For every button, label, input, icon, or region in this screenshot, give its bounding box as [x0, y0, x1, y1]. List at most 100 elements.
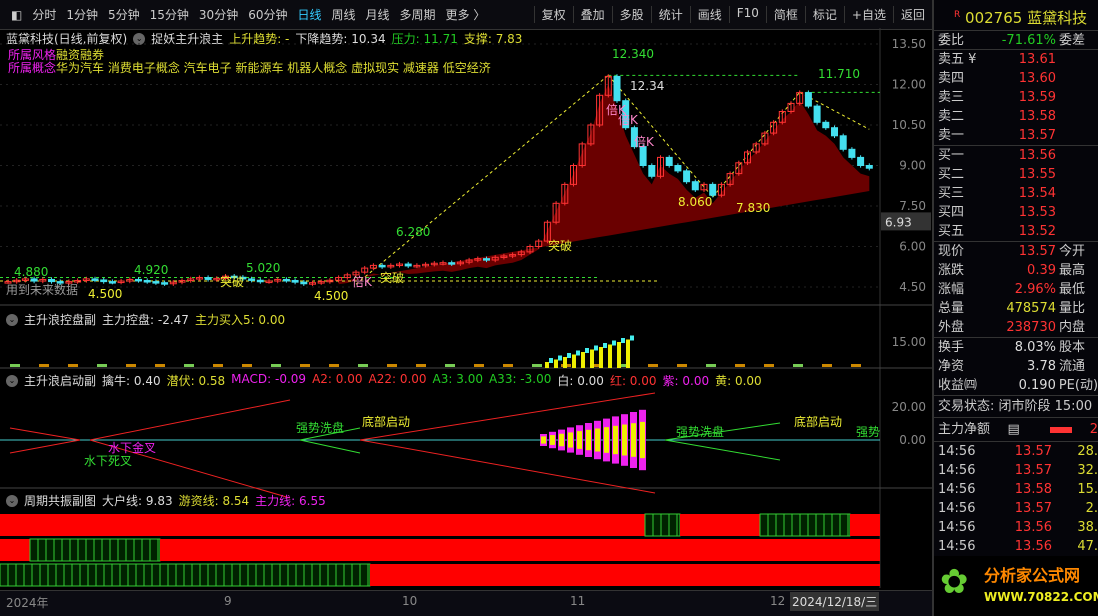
- label: 净资: [938, 359, 965, 374]
- tick-row: 14:56 13.57 32.: [934, 461, 1098, 480]
- sub2-value: A2: 0.00: [312, 372, 363, 386]
- candle: [30, 278, 38, 282]
- candle: [639, 146, 647, 166]
- candle: [100, 279, 108, 283]
- wedge-line: [664, 439, 781, 461]
- toolbar-button[interactable]: 标记: [804, 6, 844, 23]
- quote-row: 卖二 13.58: [934, 107, 1098, 126]
- toolbar-button[interactable]: +自选: [843, 6, 893, 23]
- sidebar-toggle-icon[interactable]: ◧: [6, 8, 27, 22]
- candle: [857, 156, 865, 166]
- date-label: 11: [570, 594, 586, 608]
- toolbar-button[interactable]: F10: [728, 6, 766, 23]
- sub3-name[interactable]: 周期共振副图: [24, 492, 96, 509]
- sub2-bar: [613, 425, 618, 455]
- label: 内盘: [1059, 320, 1086, 335]
- period-tab[interactable]: 更多 〉: [441, 6, 491, 23]
- label: 现价: [938, 244, 965, 259]
- period-tab[interactable]: 分时: [27, 6, 61, 23]
- toolbar-button[interactable]: 统计: [650, 6, 690, 23]
- sub3-value: 大户线: 9.83: [102, 494, 173, 508]
- period-tab[interactable]: 月线: [361, 6, 395, 23]
- sub3-value: 游资线: 8.54: [178, 494, 250, 508]
- sub2-name[interactable]: 主升浪启动副: [24, 372, 96, 389]
- sub1-mark: [242, 364, 252, 367]
- sub2-bar: [640, 421, 645, 459]
- period-tab[interactable]: 30分钟: [194, 6, 243, 23]
- value: 2.96%: [1014, 282, 1056, 297]
- label: 卖五 ¥: [938, 52, 977, 67]
- chart-annotation: 倍K: [618, 112, 639, 127]
- candle: [483, 258, 490, 261]
- tick-volume: 28.: [1077, 444, 1098, 459]
- candle: [404, 263, 412, 267]
- period-tab[interactable]: 日线: [292, 6, 326, 23]
- sub1-bar: [567, 353, 571, 358]
- signal-label: 底部启动: [794, 414, 842, 429]
- period-tab[interactable]: 多周期: [395, 6, 441, 23]
- sub1-bar: [626, 339, 630, 368]
- sub1-mark: [68, 364, 78, 367]
- label: 卖四: [938, 71, 965, 86]
- resonance-band: [0, 539, 30, 561]
- future-data-note: 用到未来数据: [6, 282, 78, 297]
- resonance-band: [759, 513, 851, 537]
- value: 13.52: [1018, 224, 1056, 239]
- period-toolbar: ◧ 分时 1分钟 5分钟 15分钟 30分钟 60分钟 日线 周线 月线 多周期 更多 〉 复权 叠加多…: [0, 0, 932, 30]
- quote-row: 外盘 238730 内盘: [934, 318, 1098, 337]
- value: 0.190: [1018, 378, 1056, 393]
- tick-volume: 32.: [1077, 463, 1098, 478]
- quote-row: 卖四 13.60: [934, 69, 1098, 88]
- price-tick: 10.50: [892, 118, 926, 132]
- period-tab[interactable]: 1分钟: [61, 6, 103, 23]
- toolbar-button[interactable]: 叠加: [572, 6, 612, 23]
- chevron-down-icon[interactable]: ⌄: [6, 374, 18, 387]
- sub2-bar: [541, 436, 546, 444]
- value: 238730: [1006, 320, 1056, 335]
- list-icon[interactable]: ▤: [1007, 418, 1019, 441]
- tick-price: 13.57: [1014, 463, 1052, 478]
- candle: [822, 121, 830, 129]
- toolbar-button[interactable]: 多股: [611, 6, 651, 23]
- quote-row: 买四 13.53: [934, 203, 1098, 222]
- value: 13.58: [1018, 109, 1056, 124]
- tick-row: 14:56 13.57 28.: [934, 442, 1098, 461]
- sub2-bar: [568, 432, 573, 448]
- sub3-value: 主力线: 6.55: [255, 494, 326, 508]
- chevron-down-icon[interactable]: ⌄: [6, 313, 18, 326]
- toolbar-button[interactable]: 画线: [689, 6, 729, 23]
- tick-price: 13.58: [1014, 482, 1052, 497]
- candle: [378, 264, 386, 268]
- sub1-name[interactable]: 主升浪控盘副: [24, 311, 96, 328]
- sub1-mark: [126, 364, 136, 367]
- candle: [691, 181, 699, 191]
- toolbar-button[interactable]: 简框: [765, 6, 805, 23]
- tick-volume: 47.: [1077, 539, 1098, 554]
- toolbar-button[interactable]: 复权: [533, 6, 573, 23]
- sub1-bar: [549, 358, 553, 363]
- sub2-bar: [550, 435, 555, 445]
- resonance-band: [340, 514, 645, 536]
- label: 买三: [938, 186, 965, 201]
- chevron-down-icon[interactable]: ⌄: [6, 494, 18, 507]
- sub1-bar: [599, 347, 603, 368]
- flower-logo-icon: ✿: [940, 562, 969, 602]
- chart-annotation: 4.500: [88, 287, 122, 301]
- period-tab[interactable]: 周线: [327, 6, 361, 23]
- sub1-bar: [630, 335, 634, 341]
- period-tab[interactable]: 5分钟: [103, 6, 145, 23]
- tick-time: 14:56: [938, 482, 976, 497]
- tick-volume: 2.: [1085, 501, 1098, 516]
- sub1-mark: [39, 364, 49, 367]
- toolbar-button[interactable]: 返回: [892, 6, 932, 23]
- price-tick: 12.00: [892, 78, 926, 92]
- value: 0.39: [1027, 263, 1056, 278]
- quote-row: 收益㈣ 0.190 PE(动): [934, 376, 1098, 395]
- label: 卖三: [938, 90, 965, 105]
- chart-annotation: 5.020: [246, 261, 280, 275]
- sub1-bar: [603, 343, 607, 348]
- period-tab[interactable]: 15分钟: [145, 6, 194, 23]
- label: 最低: [1059, 282, 1086, 297]
- resonance-band: [680, 514, 760, 536]
- period-tab[interactable]: 60分钟: [243, 6, 292, 23]
